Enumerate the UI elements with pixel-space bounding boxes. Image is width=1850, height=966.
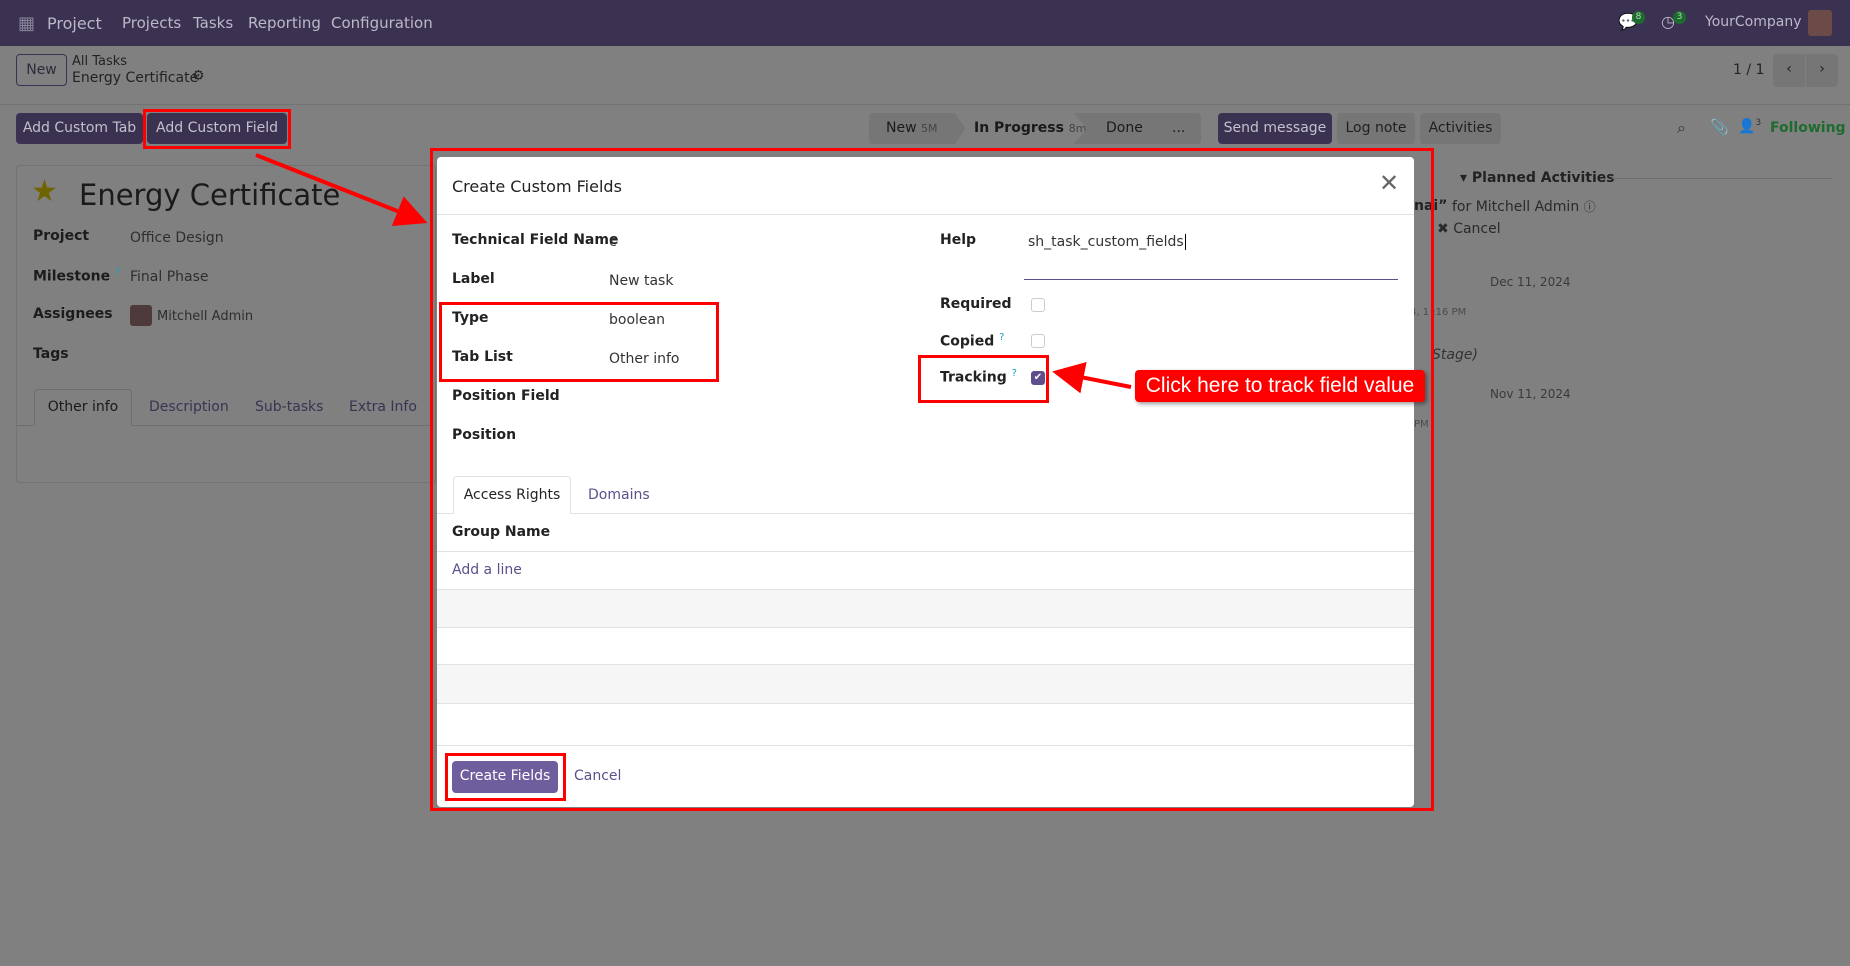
arrow-to-modal [255,153,428,227]
arrow-to-tracking [1052,361,1132,394]
annotation-arrows [255,153,1132,394]
